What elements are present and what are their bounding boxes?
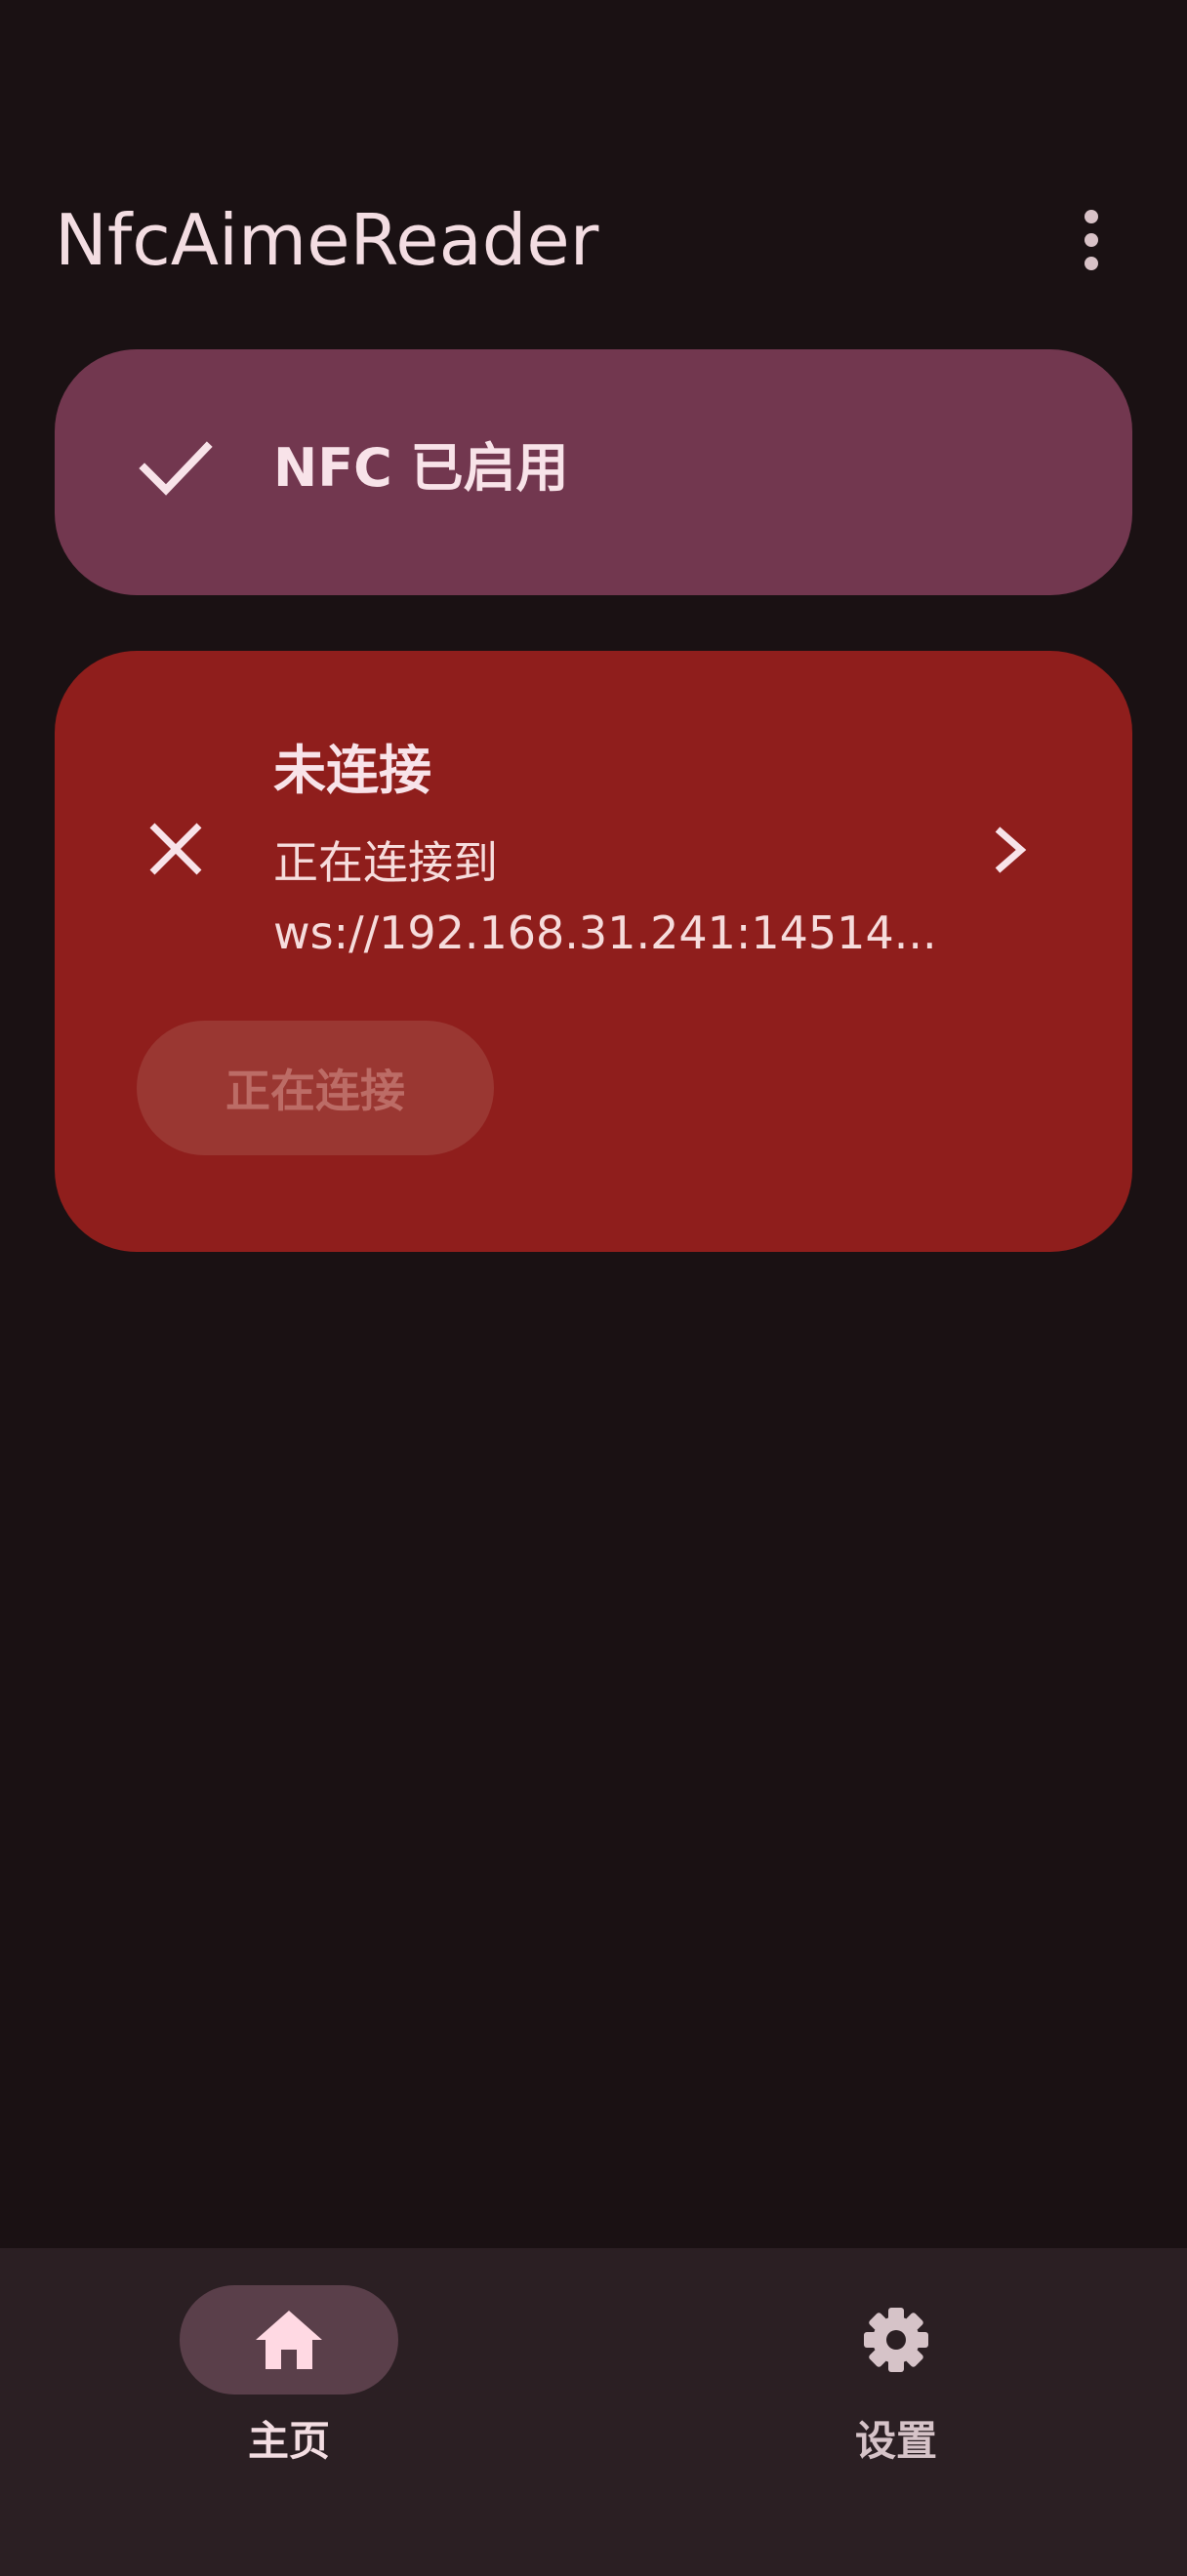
connection-server-url: ws://192.168.31.241:14514... [273,906,937,959]
nav-item-settings[interactable]: 设置 [779,2285,1013,2480]
nav-home-pill[interactable] [180,2285,398,2395]
nav-settings-label: 设置 [854,2417,937,2465]
more-options-button[interactable] [1048,191,1134,289]
chevron-right-icon[interactable] [992,825,1027,874]
gear-icon [864,2308,928,2372]
nfc-status-card [55,349,1132,595]
home-icon [256,2311,322,2369]
connection-status-title: 未连接 [273,740,431,801]
close-icon [149,823,202,875]
app-title: NfcAimeReader [55,199,599,281]
connection-status-subtitle: 正在连接到 ws://192.168.31.241:14514... [273,827,937,968]
more-vert-icon [1085,210,1098,270]
nav-settings-pill[interactable] [787,2285,1005,2395]
nav-item-home[interactable]: 主页 [172,2285,406,2480]
connection-subtitle-line1: 正在连接到 [273,836,498,889]
check-icon [139,441,213,496]
nfc-status-label: NFC 已启用 [273,437,569,499]
connecting-button[interactable]: 正在连接 [137,1021,494,1155]
nav-home-label: 主页 [247,2417,330,2465]
bottom-navigation: 主页 设置 [0,2248,1187,2576]
